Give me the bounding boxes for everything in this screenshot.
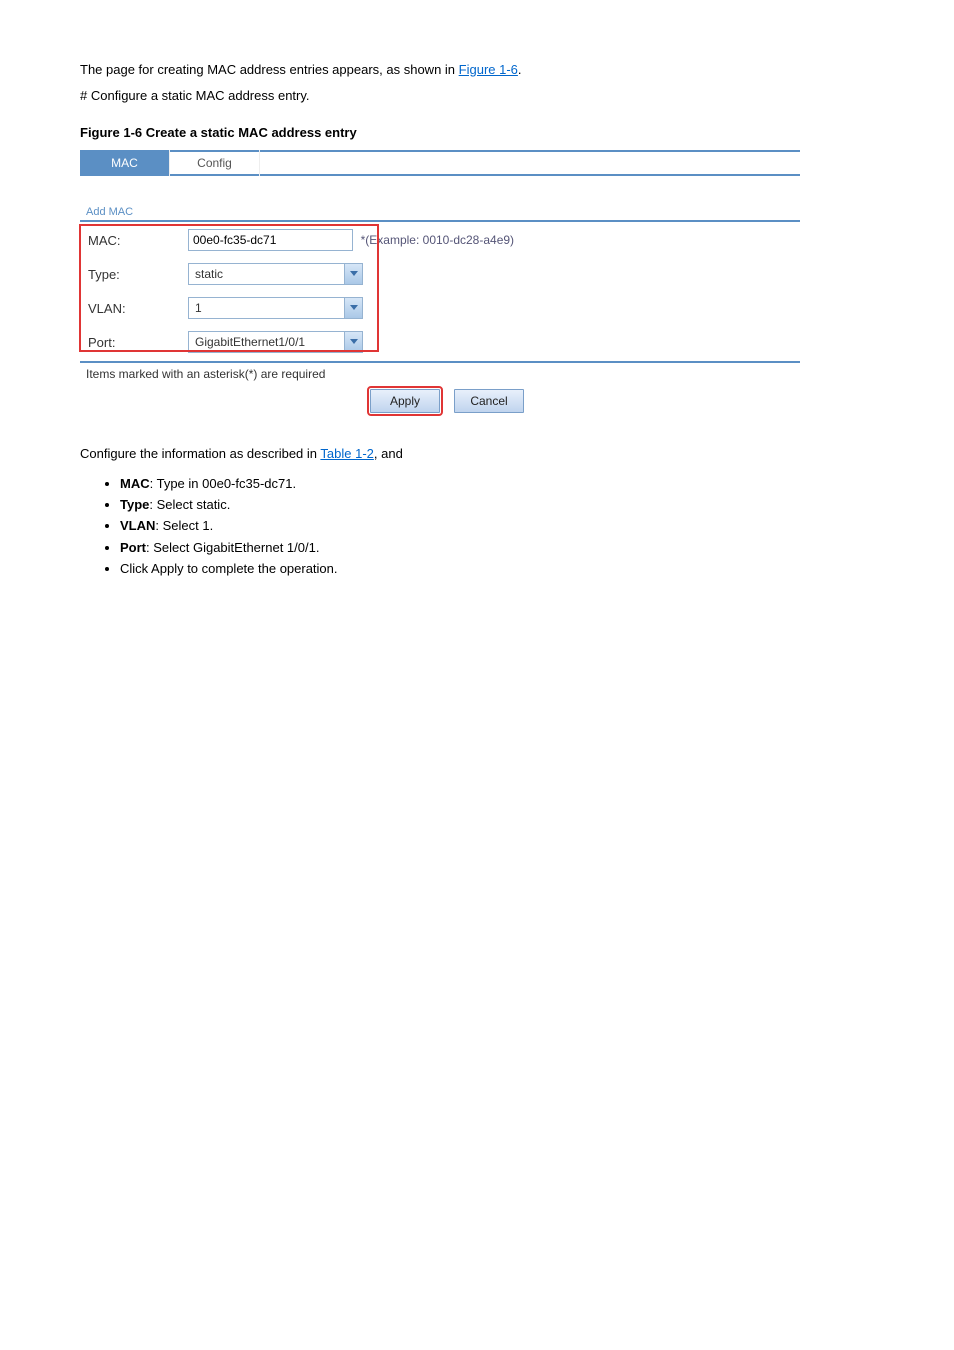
label-mac: MAC: <box>80 223 180 257</box>
tab-config[interactable]: Config <box>170 150 260 176</box>
tab-mac-label: MAC <box>111 156 138 170</box>
cell-port-select: GigabitEthernet1/0/1 <box>180 325 800 359</box>
list-item: Type: Select static. <box>120 496 894 514</box>
list-item: Click Apply to complete the operation. <box>120 560 894 578</box>
required-note: Items marked with an asterisk(*) are req… <box>86 367 800 381</box>
bullet-rest: Click Apply to complete the operation. <box>120 561 338 576</box>
type-select-value: static <box>189 264 344 284</box>
tab-config-label: Config <box>197 156 232 170</box>
panel-divider <box>80 220 800 222</box>
port-select-value: GigabitEthernet1/0/1 <box>189 332 344 352</box>
tabs-row: MAC Config <box>80 150 800 176</box>
label-type: Type: <box>80 257 180 291</box>
vlan-select[interactable]: 1 <box>188 297 363 319</box>
bullet-list: MAC: Type in 00e0-fc35-dc71. Type: Selec… <box>120 475 894 578</box>
mac-input[interactable] <box>188 229 353 251</box>
cell-type-select: static <box>180 257 800 291</box>
apply-button-label: Apply <box>390 394 420 408</box>
step-suffix: , and <box>374 446 403 461</box>
panel-label: Add MAC <box>86 206 800 218</box>
list-item: MAC: Type in 00e0-fc35-dc71. <box>120 475 894 493</box>
cell-mac-input: *(Example: 0010-dc28-a4e9) <box>180 223 800 257</box>
figure-caption: Figure 1-6 Create a static MAC address e… <box>80 125 894 140</box>
list-item: Port: Select GigabitEthernet 1/0/1. <box>120 539 894 557</box>
chevron-down-icon <box>344 332 362 352</box>
mac-hint: *(Example: 0010-dc28-a4e9) <box>361 233 514 247</box>
screenshot-container: MAC Config Add MAC MAC: *(Example: 0010-… <box>80 150 800 413</box>
cell-vlan-select: 1 <box>180 291 800 325</box>
figure-link[interactable]: Figure 1-6 <box>459 62 518 77</box>
bullet-rest: : Select static. <box>149 497 230 512</box>
tab-mac[interactable]: MAC <box>80 150 170 176</box>
form-bottom-divider <box>80 361 800 363</box>
list-item: VLAN: Select 1. <box>120 517 894 535</box>
bullet-rest: : Select 1. <box>155 518 213 533</box>
post-text: Configure the information as described i… <box>80 443 894 578</box>
row-port: Port: GigabitEthernet1/0/1 <box>80 325 800 359</box>
step-prefix: Configure the information as described i… <box>80 446 320 461</box>
bullet-key: Port <box>120 540 146 555</box>
bullet-key: VLAN <box>120 518 155 533</box>
bullet-key: Type <box>120 497 149 512</box>
button-row: Apply Cancel <box>370 389 800 413</box>
vlan-select-value: 1 <box>189 298 344 318</box>
apply-button[interactable]: Apply <box>370 389 440 413</box>
chevron-down-icon <box>344 264 362 284</box>
chevron-down-icon <box>344 298 362 318</box>
intro-text-suffix: . <box>518 62 522 77</box>
intro-text-prefix: The page for creating MAC address entrie… <box>80 62 459 77</box>
bullet-rest: : Select GigabitEthernet 1/0/1. <box>146 540 319 555</box>
bullet-rest: : Type in 00e0-fc35-dc71. <box>150 476 296 491</box>
table-link[interactable]: Table 1-2 <box>320 446 373 461</box>
type-select[interactable]: static <box>188 263 363 285</box>
port-select[interactable]: GigabitEthernet1/0/1 <box>188 331 363 353</box>
cancel-button[interactable]: Cancel <box>454 389 524 413</box>
intro-line-1: The page for creating MAC address entrie… <box>80 60 894 80</box>
row-vlan: VLAN: 1 <box>80 291 800 325</box>
row-type: Type: static <box>80 257 800 291</box>
intro-line-2: # Configure a static MAC address entry. <box>80 86 894 106</box>
row-mac: MAC: *(Example: 0010-dc28-a4e9) <box>80 223 800 257</box>
form-table: MAC: *(Example: 0010-dc28-a4e9) Type: st… <box>80 223 800 359</box>
cancel-button-label: Cancel <box>470 394 507 408</box>
step-line: Configure the information as described i… <box>80 443 894 465</box>
label-vlan: VLAN: <box>80 291 180 325</box>
bullet-key: MAC <box>120 476 150 491</box>
label-port: Port: <box>80 325 180 359</box>
